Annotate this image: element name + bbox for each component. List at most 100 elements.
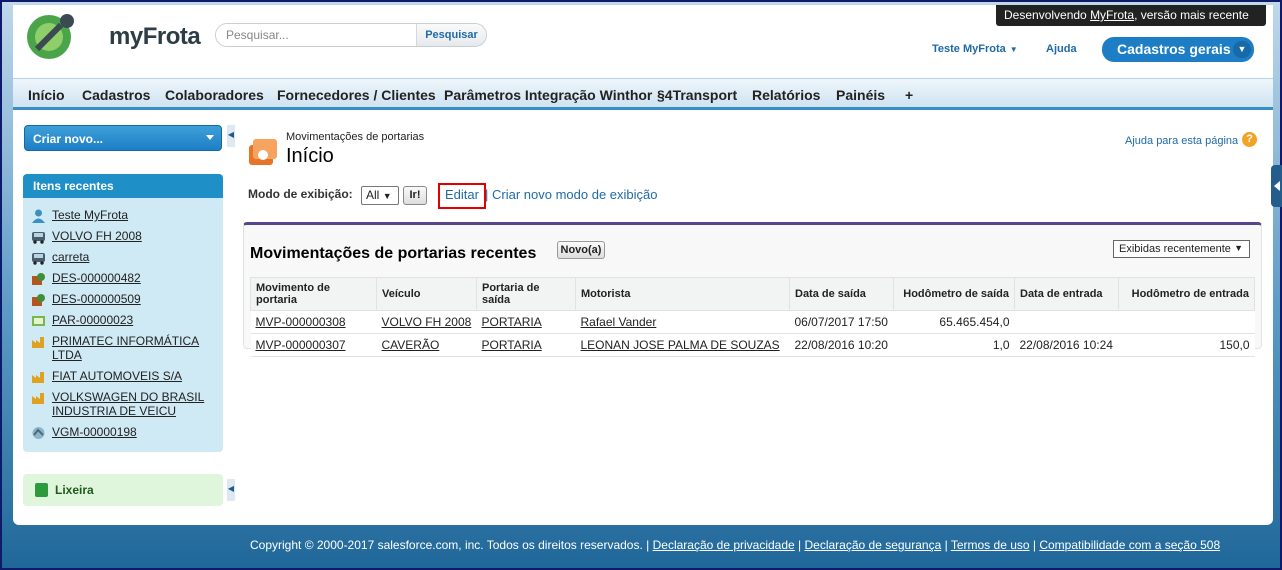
page: myFrota Pesquisar Desenvolvendo MyFrota,… <box>13 5 1282 525</box>
vehicle-link[interactable]: VOLVO FH 2008 <box>376 310 477 334</box>
recent-item-label: VOLVO FH 2008 <box>52 229 142 243</box>
gate-link[interactable]: PORTARIA <box>476 333 576 357</box>
column-header[interactable]: Motorista <box>575 277 790 311</box>
tab-colaboradores[interactable]: Colaboradores <box>165 87 264 103</box>
section-508-link[interactable]: Compatibilidade com a seção 508 <box>1039 538 1220 552</box>
logo-icon <box>27 14 74 59</box>
dev-banner-link[interactable]: MyFrota <box>1090 8 1134 22</box>
tab-cadastros[interactable]: Cadastros <box>82 87 150 103</box>
recent-items-panel: Itens recentes Teste MyFrota VOLVO FH 20… <box>23 174 223 452</box>
recent-item-label: FIAT AUTOMOVEIS S/A <box>52 369 183 383</box>
chevron-left-icon <box>1274 181 1280 191</box>
logo-text: myFrota <box>109 23 201 50</box>
dev-banner: Desenvolvendo MyFrota, versão mais recen… <box>996 5 1266 26</box>
expense-icon <box>32 273 45 285</box>
sort-value: Exibidas recentemente <box>1119 243 1231 255</box>
new-button[interactable]: Novo(a) <box>557 241 605 259</box>
edit-view-link[interactable]: Editar <box>445 187 479 202</box>
user-name: Teste MyFrota <box>932 43 1006 55</box>
trash-icon <box>35 483 48 497</box>
chevron-down-icon <box>206 135 214 140</box>
recent-item-label: VOLKSWAGEN DO BRASIL INDUSTRIA DE VEICU <box>52 390 205 418</box>
gate-movement-icon <box>249 139 277 165</box>
vehicle-link[interactable]: CAVERÃO <box>376 333 477 357</box>
column-header[interactable]: Veículo <box>376 277 477 311</box>
logo[interactable]: myFrota <box>19 7 201 63</box>
truck-icon <box>32 232 45 244</box>
help-page-link[interactable]: Ajuda para esta página <box>1125 135 1238 147</box>
factory-icon <box>32 372 44 383</box>
breadcrumb: Movimentações de portarias <box>286 131 425 143</box>
parameter-icon <box>32 316 45 326</box>
help-link[interactable]: Ajuda <box>1046 43 1077 55</box>
terms-link[interactable]: Termos de uso <box>951 538 1030 552</box>
tab-inicio[interactable]: Início <box>28 87 65 103</box>
entry-date-cell <box>1014 310 1119 334</box>
movements-table: Movimento de portaria Veículo Portaria d… <box>250 277 1255 357</box>
tab-fornecedores-clientes[interactable]: Fornecedores / Clientes <box>277 87 436 103</box>
column-header[interactable]: Hodômetro de entrada <box>1118 277 1255 311</box>
column-header[interactable]: Data de saída <box>789 277 894 311</box>
collapse-sidebar-icon[interactable]: ◀ <box>227 125 235 147</box>
column-header[interactable]: Hodômetro de saída <box>893 277 1015 311</box>
factory-icon <box>32 337 44 348</box>
user-menu[interactable]: Teste MyFrota ▼ <box>932 43 1018 55</box>
recent-item-label: VGM-00000198 <box>52 425 137 439</box>
panel-title: Movimentações de portarias recentes <box>250 245 537 262</box>
recent-movements-panel: Movimentações de portarias recentes Novo… <box>243 222 1262 357</box>
trash-label: Lixeira <box>55 483 94 497</box>
exit-odometer-cell: 65.465.454,0 <box>893 310 1015 334</box>
gate-link[interactable]: PORTARIA <box>476 310 576 334</box>
view-mode-label: Modo de exibição: <box>248 187 353 201</box>
column-header[interactable]: Data de entrada <box>1014 277 1119 311</box>
dev-banner-suffix: , versão mais recente <box>1134 8 1249 22</box>
security-link[interactable]: Declaração de segurança <box>805 538 942 552</box>
view-mode-value: All <box>366 188 380 202</box>
entry-odometer-cell <box>1118 310 1255 334</box>
create-new-button[interactable]: Criar novo... <box>24 125 222 151</box>
table-header-row: Movimento de portaria Veículo Portaria d… <box>250 277 1255 311</box>
sort-select[interactable]: Exibidas recentemente ▼ <box>1113 240 1250 258</box>
chevron-down-icon: ▼ <box>1233 41 1251 58</box>
privacy-link[interactable]: Declaração de privacidade <box>653 538 795 552</box>
chevron-down-icon: ▼ <box>382 191 392 201</box>
user-icon <box>32 209 45 223</box>
movement-link[interactable]: MVP-000000307 <box>250 333 377 357</box>
recent-items-title: Itens recentes <box>23 174 223 198</box>
recent-item-label: DES-000000509 <box>52 292 141 306</box>
expand-panel-tab[interactable] <box>1271 165 1282 207</box>
exit-odometer-cell: 1,0 <box>893 333 1015 357</box>
search-input[interactable] <box>216 24 416 46</box>
tab-bar: Início Cadastros Colaboradores Fornecedo… <box>13 78 1273 110</box>
tab-relatorios[interactable]: Relatórios <box>752 87 820 103</box>
table-row: MVP-000000308 VOLVO FH 2008 PORTARIA Raf… <box>250 310 1255 334</box>
trash-link[interactable]: Lixeira <box>23 474 223 506</box>
movement-link[interactable]: MVP-000000308 <box>250 310 377 334</box>
collapse-sidebar-icon[interactable]: ◀ <box>227 479 235 501</box>
add-tab-button[interactable]: + <box>905 87 913 103</box>
search-button[interactable]: Pesquisar <box>416 24 486 46</box>
search-box: Pesquisar <box>215 23 487 47</box>
help-icon[interactable]: ? <box>1242 132 1257 147</box>
app-menu-button[interactable]: Cadastros gerais ▼ <box>1102 37 1254 62</box>
create-new-label: Criar novo... <box>33 132 104 146</box>
view-mode-select[interactable]: All ▼ <box>361 186 399 205</box>
chevron-down-icon: ▼ <box>1009 45 1018 54</box>
tab-4transport[interactable]: §4Transport <box>657 87 737 103</box>
copyright-text: Copyright © 2000-2017 salesforce.com, in… <box>250 538 653 552</box>
recent-item-label: Teste MyFrota <box>52 208 129 222</box>
driver-link[interactable]: LEONAN JOSE PALMA DE SOUZAS <box>575 333 790 357</box>
factory-icon <box>32 393 44 404</box>
dev-banner-prefix: Desenvolvendo <box>1004 8 1091 22</box>
window-frame: myFrota Pesquisar Desenvolvendo MyFrota,… <box>0 0 1282 570</box>
driver-link[interactable]: Rafael Vander <box>575 310 790 334</box>
exit-date-cell: 06/07/2017 17:50 <box>789 310 894 334</box>
column-header[interactable]: Portaria de saída <box>476 277 576 311</box>
tab-paineis[interactable]: Painéis <box>836 87 885 103</box>
view-go-button[interactable]: Ir! <box>403 186 427 205</box>
tab-parametros-integracao[interactable]: Parâmetros Integração Winthor <box>444 87 652 103</box>
create-view-label: Criar novo modo de exibição <box>492 187 658 202</box>
create-view-link[interactable]: | Criar novo modo de exibição <box>485 187 657 202</box>
column-header[interactable]: Movimento de portaria <box>250 277 377 311</box>
entry-odometer-cell: 150,0 <box>1118 333 1255 357</box>
